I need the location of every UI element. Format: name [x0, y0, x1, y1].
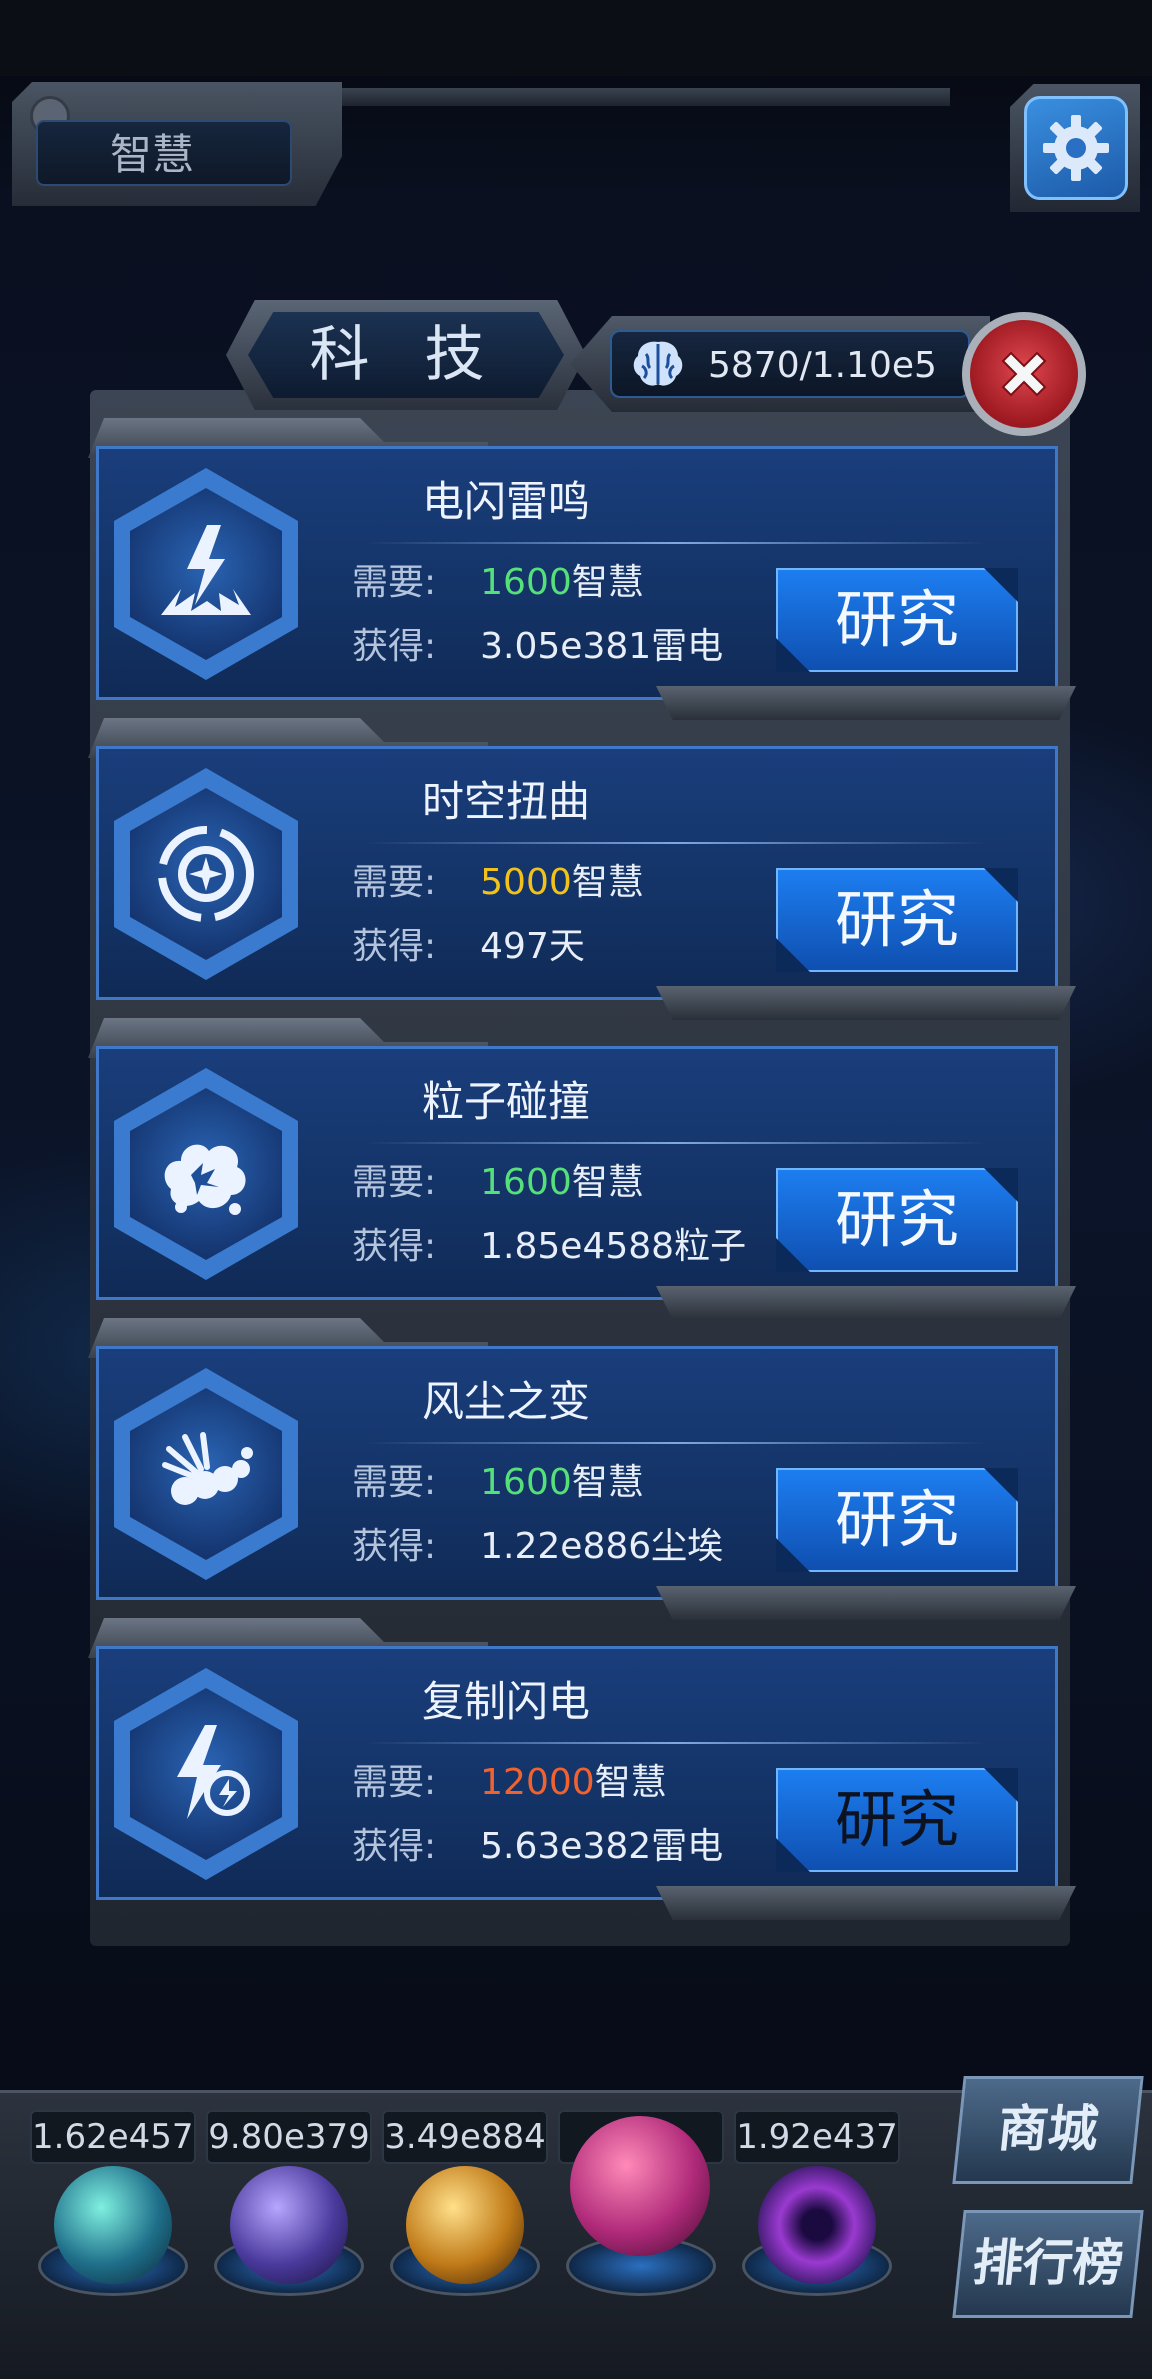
reward-row: 获得: 1.22e886尘埃 — [352, 1522, 723, 1572]
settings-button[interactable] — [1024, 96, 1128, 200]
shop-button[interactable]: 商城 — [952, 2076, 1144, 2184]
reward-row: 获得: 3.05e381雷电 — [352, 622, 723, 672]
dust-orb-icon[interactable] — [406, 2166, 524, 2284]
gear-icon — [1043, 115, 1109, 181]
need-label: 需要: — [352, 862, 437, 903]
gain-value: 1.22e886尘埃 — [480, 1526, 724, 1567]
reward-row: 获得: 5.63e382雷电 — [352, 1822, 723, 1872]
card-base — [656, 986, 1076, 1020]
close-button[interactable] — [962, 312, 1086, 436]
requirement-row: 需要: 1600智慧 — [352, 1158, 644, 1208]
tech-card: 风尘之变 需要: 1600智慧 获得: 1.22e886尘埃 研究 — [88, 1318, 1076, 1620]
card-base — [656, 1586, 1076, 1620]
need-unit: 智慧 — [571, 1162, 644, 1203]
need-value: 12000 — [480, 1762, 595, 1803]
vortex-orb-icon[interactable] — [758, 2166, 876, 2284]
requirement-row: 需要: 1600智慧 — [352, 1458, 644, 1508]
gain-label: 获得: — [352, 1226, 437, 1267]
need-unit: 智慧 — [594, 1762, 667, 1803]
research-label: 研究 — [834, 1183, 959, 1256]
divider — [366, 1442, 986, 1444]
gain-label: 获得: — [352, 626, 437, 667]
research-label: 研究 — [834, 583, 959, 656]
research-label: 研究 — [834, 883, 959, 956]
need-label: 需要: — [352, 1462, 437, 1503]
divider — [366, 542, 986, 544]
gain-value: 3.05e381雷电 — [480, 626, 724, 667]
status-bar — [0, 0, 1152, 76]
header-pipe — [330, 88, 950, 106]
research-button[interactable]: 研究 — [776, 868, 1018, 972]
need-label: 需要: — [352, 1162, 437, 1203]
resource-counter: 9.80e379 — [206, 2110, 372, 2164]
research-button[interactable]: 研究 — [776, 568, 1018, 672]
research-button[interactable]: 研究 — [776, 1468, 1018, 1572]
close-icon — [1001, 351, 1047, 397]
card-base — [656, 686, 1076, 720]
tech-card: 复制闪电 需要: 12000智慧 获得: 5.63e382雷电 研究 — [88, 1618, 1076, 1920]
brain-icon — [633, 341, 683, 386]
resource-counter: 3.49e884 — [382, 2110, 548, 2164]
divider — [366, 842, 986, 844]
divider — [366, 1742, 986, 1744]
requirement-row: 需要: 1600智慧 — [352, 558, 644, 608]
research-label: 研究 — [834, 1483, 959, 1556]
resource-count: 5870/1.10e5 — [708, 345, 937, 386]
need-label: 需要: — [352, 562, 437, 603]
divider — [366, 1142, 986, 1144]
need-value: 5000 — [480, 862, 572, 903]
gain-label: 获得: — [352, 926, 437, 967]
research-label: 研究 — [834, 1783, 959, 1856]
requirement-row: 需要: 5000智慧 — [352, 858, 644, 908]
resource-counter: 1.62e4579 — [30, 2110, 196, 2164]
leaderboard-button[interactable]: 排行榜 — [952, 2210, 1144, 2318]
need-value: 1600 — [480, 562, 572, 603]
card-base — [656, 1886, 1076, 1920]
need-value: 1600 — [480, 1162, 572, 1203]
card-base — [656, 1286, 1076, 1320]
need-unit: 智慧 — [571, 1462, 644, 1503]
particle-orb-icon[interactable] — [54, 2166, 172, 2284]
need-unit: 智慧 — [571, 562, 644, 603]
wisdom-tab[interactable]: 智慧 — [36, 120, 292, 186]
card-title: 复制闪电 — [421, 1677, 590, 1726]
card-title: 粒子碰撞 — [421, 1077, 590, 1126]
resource-counter: 1.92e437 — [734, 2110, 900, 2164]
gain-value: 1.85e4588粒子 — [480, 1226, 747, 1267]
gain-value: 5.63e382雷电 — [480, 1826, 724, 1867]
card-title: 电闪雷鸣 — [421, 477, 590, 526]
tech-card: 粒子碰撞 需要: 1600智慧 获得: 1.85e4588粒子 研究 — [88, 1018, 1076, 1320]
card-title: 风尘之变 — [421, 1377, 590, 1426]
requirement-row: 需要: 12000智慧 — [352, 1758, 667, 1808]
need-label: 需要: — [352, 1762, 437, 1803]
need-value: 1600 — [480, 1462, 572, 1503]
research-button[interactable]: 研究 — [776, 1168, 1018, 1272]
card-title: 时空扭曲 — [421, 777, 590, 826]
brain-orb-icon[interactable] — [570, 2116, 710, 2256]
tech-card: 时空扭曲 需要: 5000智慧 获得: 497天 研究 — [88, 718, 1076, 1020]
need-unit: 智慧 — [571, 862, 644, 903]
reward-row: 获得: 497天 — [352, 922, 585, 972]
tech-card: 电闪雷鸣 需要: 1600智慧 获得: 3.05e381雷电 研究 — [88, 418, 1076, 720]
gain-value: 497天 — [480, 926, 585, 967]
reward-row: 获得: 1.85e4588粒子 — [352, 1222, 746, 1272]
panel-title: 科 技 — [248, 312, 564, 398]
research-button[interactable]: 研究 — [776, 1768, 1018, 1872]
gain-label: 获得: — [352, 1826, 437, 1867]
lightning-orb-icon[interactable] — [230, 2166, 348, 2284]
gain-label: 获得: — [352, 1526, 437, 1567]
